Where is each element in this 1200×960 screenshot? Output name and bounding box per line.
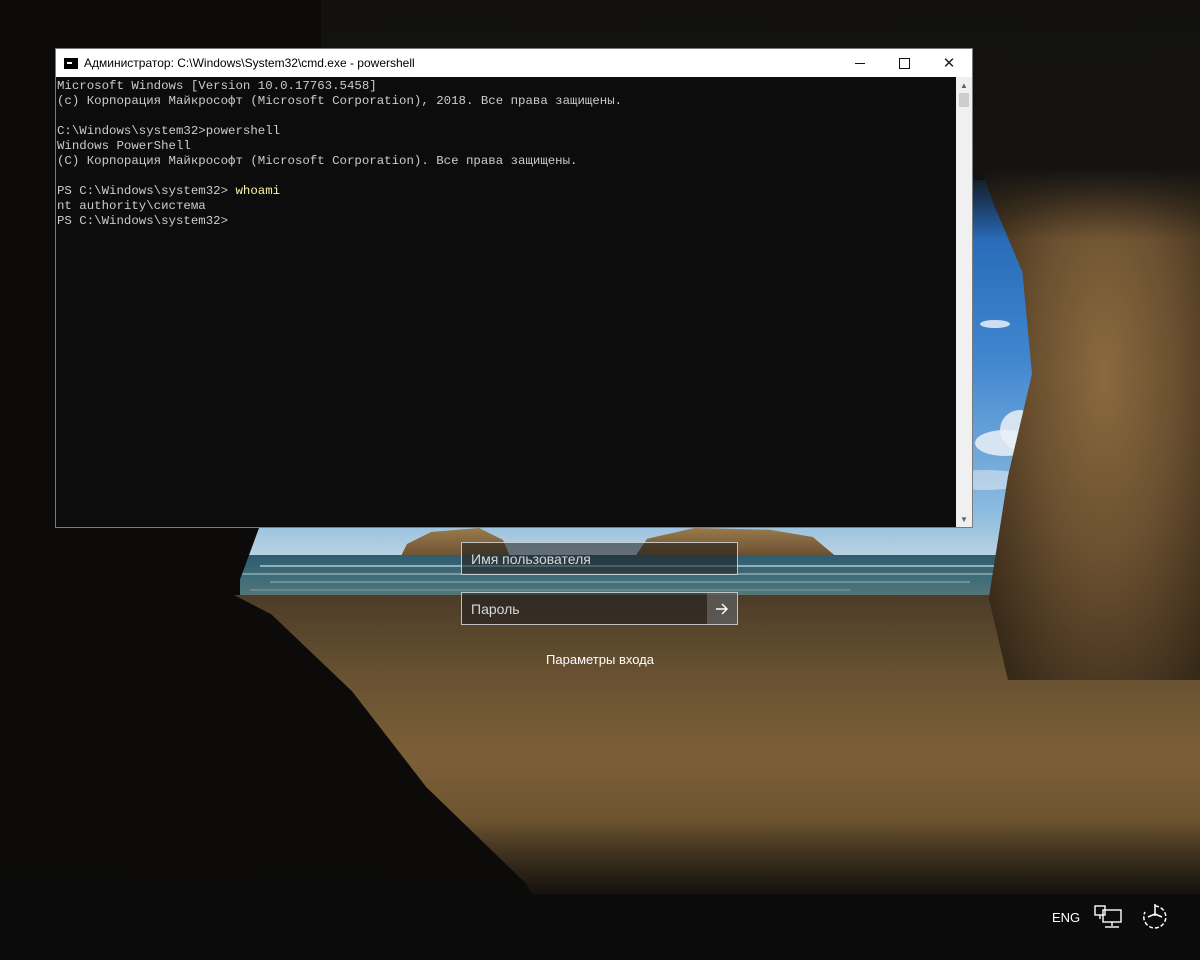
console-line: C:\Windows\system32>powershell bbox=[57, 124, 281, 138]
password-placeholder: Пароль bbox=[471, 600, 520, 617]
username-placeholder: Имя пользователя bbox=[471, 550, 591, 567]
scroll-up-icon[interactable]: ▲ bbox=[956, 77, 972, 93]
scroll-down-icon[interactable]: ▼ bbox=[956, 511, 972, 527]
console-prompt: PS C:\Windows\system32> bbox=[57, 184, 236, 198]
password-field[interactable]: Пароль bbox=[461, 592, 738, 625]
console-prompt: PS C:\Windows\system32> bbox=[57, 214, 229, 228]
language-indicator[interactable]: ENG bbox=[1052, 910, 1080, 925]
console-titlebar[interactable]: Администратор: C:\Windows\System32\cmd.e… bbox=[56, 49, 972, 77]
close-icon: ✕ bbox=[942, 55, 956, 72]
console-window[interactable]: Администратор: C:\Windows\System32\cmd.e… bbox=[55, 48, 973, 528]
console-line: PS C:\Windows\system32> whoami bbox=[57, 184, 956, 199]
console-output[interactable]: Microsoft Windows [Version 10.0.17763.54… bbox=[56, 77, 956, 527]
console-line: PS C:\Windows\system32> bbox=[57, 214, 956, 229]
console-title: Администратор: C:\Windows\System32\cmd.e… bbox=[84, 56, 415, 70]
scrollbar-thumb[interactable] bbox=[959, 93, 969, 107]
minimize-icon bbox=[855, 62, 865, 64]
console-line: (C) Корпорация Майкрософт (Microsoft Cor… bbox=[57, 154, 578, 168]
signin-options-link[interactable]: Параметры входа bbox=[460, 652, 740, 667]
maximize-icon bbox=[898, 57, 910, 69]
console-line: nt authority\система bbox=[57, 199, 206, 213]
close-button[interactable]: ✕ bbox=[926, 49, 972, 77]
maximize-button[interactable] bbox=[882, 49, 926, 77]
username-field[interactable]: Имя пользователя bbox=[461, 542, 738, 575]
console-line: Microsoft Windows [Version 10.0.17763.54… bbox=[57, 79, 377, 93]
submit-button[interactable] bbox=[707, 593, 737, 624]
accessibility-power-icon[interactable] bbox=[1139, 902, 1171, 932]
console-line: Windows PowerShell bbox=[57, 139, 191, 153]
console-line: (c) Корпорация Майкрософт (Microsoft Cor… bbox=[57, 94, 623, 108]
network-icon[interactable] bbox=[1093, 904, 1127, 932]
vertical-scrollbar[interactable]: ▲ ▼ bbox=[956, 77, 972, 527]
cmd-icon bbox=[64, 57, 78, 69]
minimize-button[interactable] bbox=[838, 49, 882, 77]
console-command: whoami bbox=[235, 184, 281, 198]
arrow-right-icon bbox=[716, 603, 728, 614]
